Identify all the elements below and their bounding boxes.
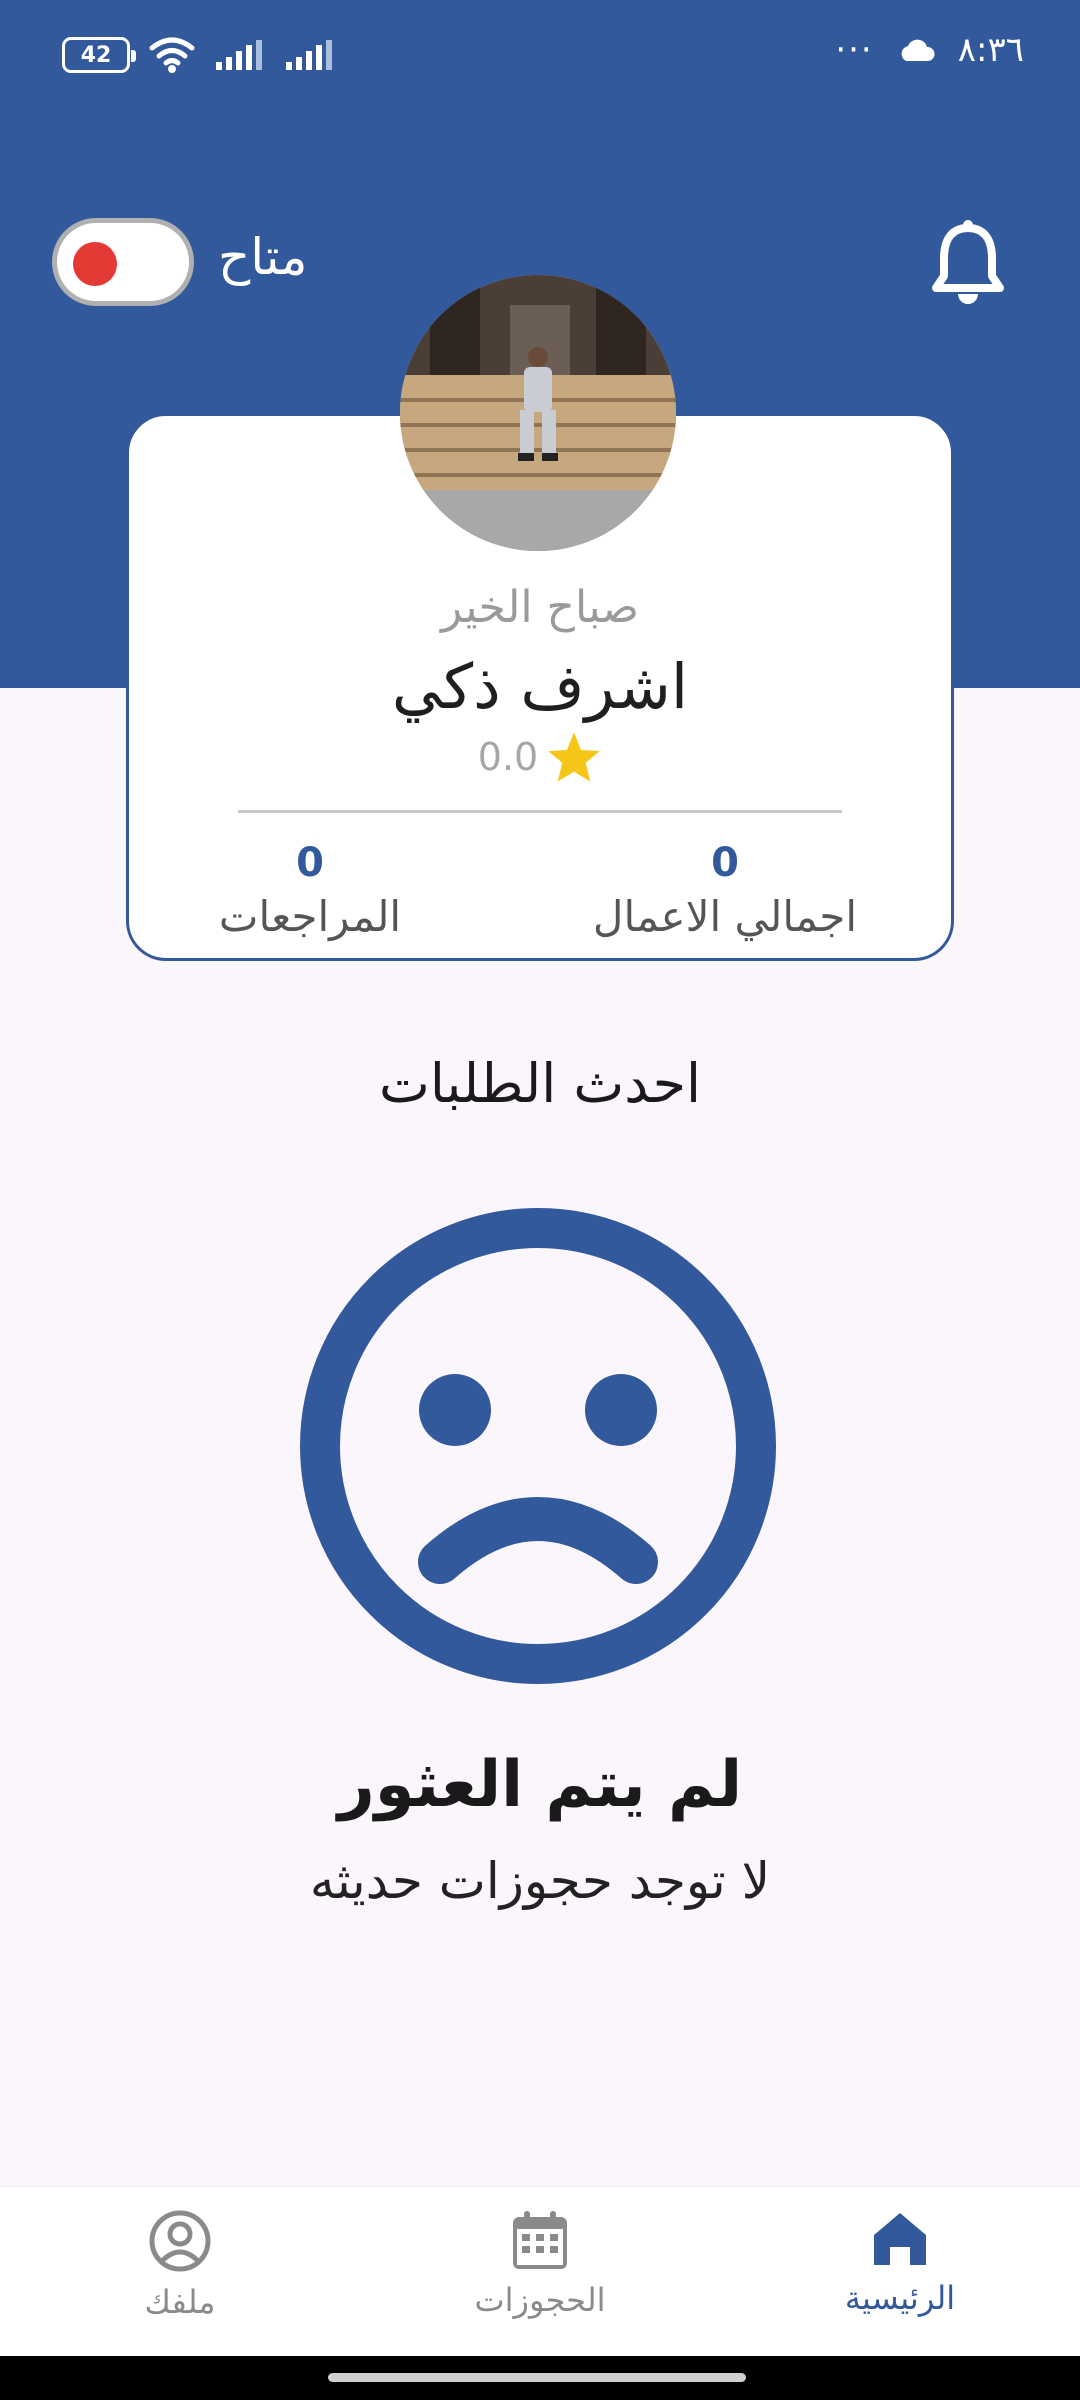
- rating-value: 0.0: [477, 735, 539, 779]
- reviews-value: 0: [296, 840, 324, 886]
- total-jobs-stat: 0 اجمالي الاعمال: [560, 840, 890, 941]
- wifi-icon: [149, 37, 195, 73]
- avatar[interactable]: [400, 275, 676, 551]
- nav-label-bookings: الحجوزات: [474, 2281, 606, 2319]
- nav-label-home: الرئيسية: [844, 2279, 956, 2317]
- empty-state-title: لم يتم العثور: [337, 1748, 743, 1822]
- signal-icon: [286, 40, 332, 70]
- user-name: اشرف ذكي: [391, 650, 689, 723]
- nav-label-profile: ملفك: [144, 2283, 216, 2321]
- total-jobs-label: اجمالي الاعمال: [592, 892, 858, 941]
- empty-state-subtitle: لا توجد حجوزات حديثه: [309, 1852, 771, 1910]
- nav-item-bookings[interactable]: الحجوزات: [420, 2209, 660, 2319]
- status-bar: 42 ··· ٨:٣٦: [0, 0, 1080, 110]
- home-icon: [874, 2213, 926, 2265]
- avatar-photo: [400, 275, 676, 551]
- calendar-icon: [513, 2211, 567, 2269]
- availability-label: متاح: [218, 228, 308, 286]
- home-indicator[interactable]: [328, 2373, 746, 2382]
- status-icons-right: ··· ٨:٣٦: [835, 30, 1024, 70]
- nav-item-profile[interactable]: ملفك: [60, 2209, 300, 2321]
- status-icons-left: 42: [62, 36, 336, 74]
- toggle-knob: [73, 242, 117, 286]
- battery-level: 42: [80, 42, 112, 68]
- nav-item-home[interactable]: الرئيسية: [780, 2209, 1020, 2317]
- cloud-icon: [901, 39, 935, 61]
- bell-icon[interactable]: [930, 218, 1006, 308]
- clock: ٨:٣٦: [957, 30, 1024, 70]
- overflow-dots: ···: [835, 30, 874, 70]
- availability-toggle[interactable]: [52, 218, 194, 306]
- signal-icon: [216, 40, 262, 70]
- bottom-nav: الرئيسية الحجوزات ملفك: [0, 2186, 1080, 2356]
- rating: 0.0: [0, 730, 1080, 784]
- sad-face-icon: [300, 1208, 776, 1684]
- star-icon: [548, 732, 600, 782]
- total-jobs-value: 0: [711, 840, 739, 886]
- greeting: صباح الخير: [440, 582, 640, 633]
- reviews-stat: 0 المراجعات: [180, 840, 440, 941]
- section-title: احدث الطلبات: [379, 1052, 701, 1115]
- card-divider: [238, 810, 842, 813]
- reviews-label: المراجعات: [218, 892, 402, 941]
- battery-icon: 42: [62, 37, 136, 73]
- user-circle-icon: [149, 2210, 211, 2272]
